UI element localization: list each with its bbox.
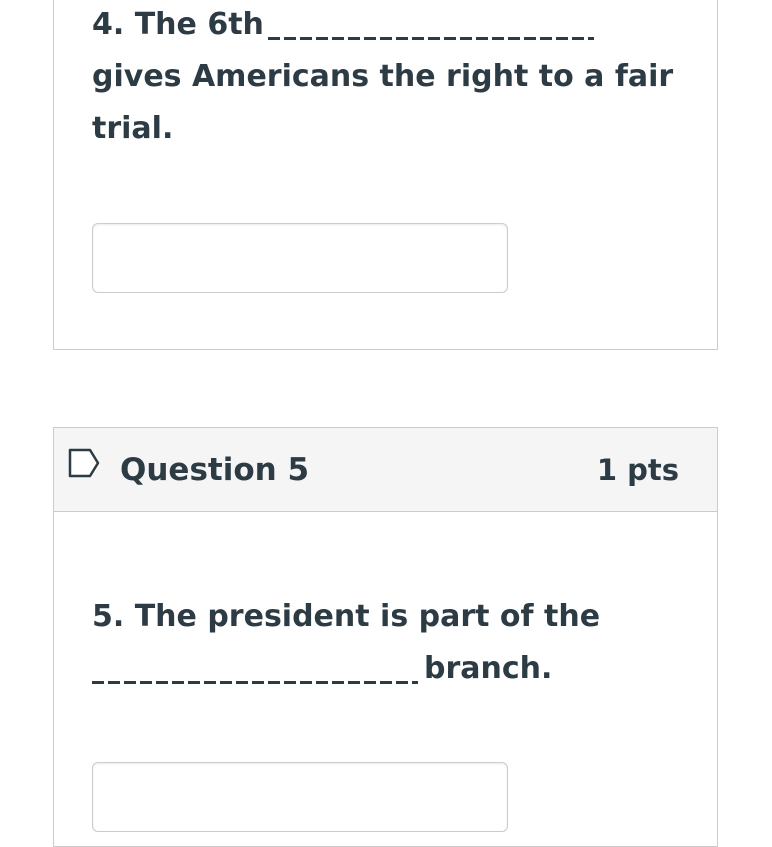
- question-4-blank: [267, 33, 594, 40]
- question-4-text-line-1: 4. The 6th: [92, 0, 652, 51]
- question-4-text-line-2: gives Americans the right to a fair: [92, 59, 674, 94]
- question-5-header: Question 5 1 pts: [54, 428, 717, 512]
- question-4-text-line-3: trial.: [92, 111, 174, 146]
- question-5-points: 1 pts: [596, 453, 679, 487]
- question-5-text: 5. The president is part of the branch.: [92, 591, 652, 695]
- question-4-card: 4. The 6th gives Americans the right to …: [53, 0, 718, 350]
- question-5-answer-input[interactable]: [92, 762, 508, 832]
- flag-outline-icon[interactable]: [68, 448, 104, 480]
- question-5-card: Question 5 1 pts 5. The president is par…: [53, 427, 718, 847]
- question-4-answer-input[interactable]: [92, 223, 508, 293]
- question-5-title: Question 5: [120, 452, 310, 488]
- question-4-text: 4. The 6th gives Americans the right to …: [92, 0, 674, 155]
- question-5-text-line-2: branch.: [92, 643, 652, 695]
- question-5-blank: [92, 677, 418, 684]
- question-5-text-line-1: 5. The president is part of the: [92, 599, 601, 634]
